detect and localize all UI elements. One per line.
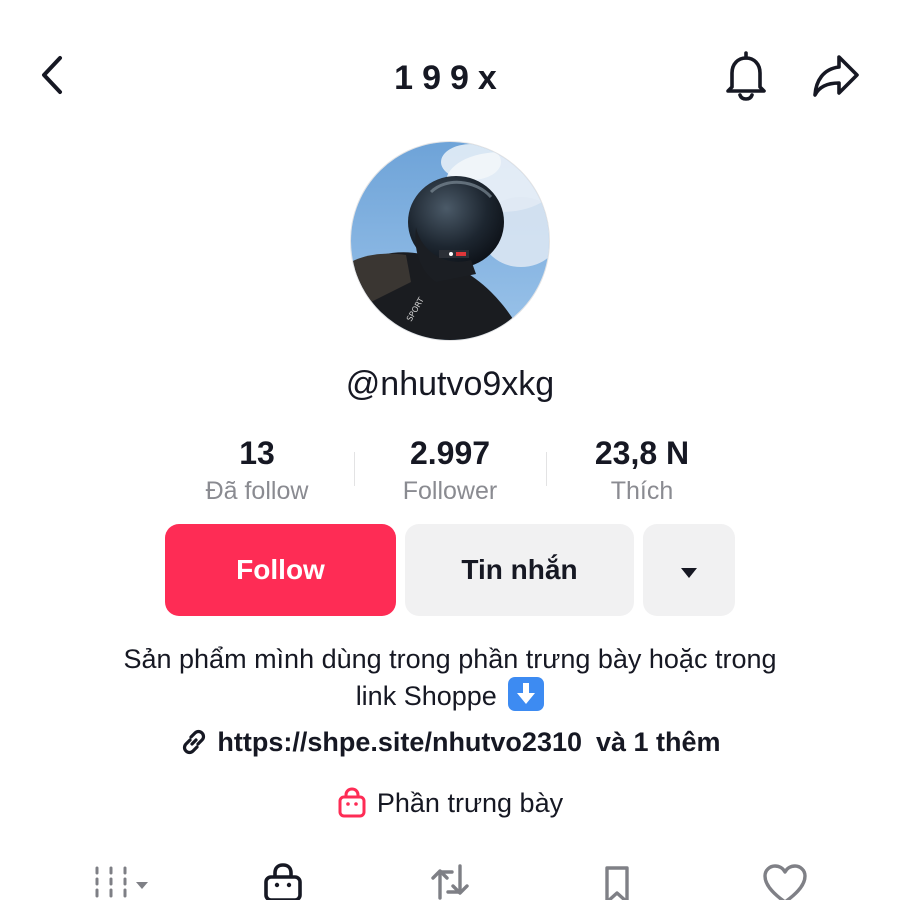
link-icon [179,727,209,757]
message-button[interactable]: Tin nhắn [405,524,634,616]
share-button[interactable] [806,50,866,106]
showcase-link[interactable]: Phần trưng bày [250,783,650,823]
bio-line-2-wrap: link Shoppe [60,677,840,714]
likes-count: 23,8 N [594,435,690,471]
likes-label: Thích [610,477,674,505]
following-count: 13 [239,435,275,471]
back-button[interactable] [30,55,74,99]
follow-button[interactable]: Follow [165,524,396,616]
followers-label: Follower [402,477,498,505]
bio-line-1: Sản phẩm mình dùng trong phần trưng bày … [123,644,777,674]
bell-icon [723,50,769,106]
shopping-bag-icon [337,787,367,819]
heart-icon [761,862,809,900]
stat-divider [546,452,547,486]
chevron-left-icon [38,55,66,100]
tab-reposts[interactable] [420,862,480,900]
followers-count: 2.997 [409,435,491,471]
repost-icon [426,862,474,900]
link-url[interactable]: https://shpe.site/nhutvo2310 [217,722,582,762]
bio: Sản phẩm mình dùng trong phần trưng bày … [60,641,840,714]
tab-saved[interactable] [590,862,644,900]
showcase-label: Phần trưng bày [376,788,564,818]
avatar-image: SPORT [351,142,549,340]
shopping-bag-icon [261,862,305,900]
stat-followers[interactable]: 2.997 Follower [360,432,540,508]
tab-videos[interactable] [80,862,160,900]
tab-shop[interactable] [250,862,316,900]
share-arrow-icon [811,53,861,104]
page-title: 199x [394,59,506,97]
more-options-button[interactable] [643,524,735,616]
stat-following[interactable]: 13 Đã follow [167,432,347,508]
avatar[interactable]: SPORT [350,141,550,341]
down-arrow-emoji-icon [508,677,545,711]
bio-line-2: link Shoppe [355,681,497,711]
stat-divider [354,452,355,486]
caret-down-icon [680,554,698,586]
username: @nhutvo9xkg [345,365,555,403]
bio-link[interactable]: https://shpe.site/nhutvo2310 và 1 thêm [100,722,800,762]
grid-icon [87,862,153,900]
notification-button[interactable] [718,50,774,106]
tab-liked[interactable] [755,862,815,900]
stat-likes[interactable]: 23,8 N Thích [552,432,732,508]
bookmark-icon [597,862,637,900]
following-label: Đã follow [205,477,309,505]
link-more[interactable]: và 1 thêm [596,722,721,762]
